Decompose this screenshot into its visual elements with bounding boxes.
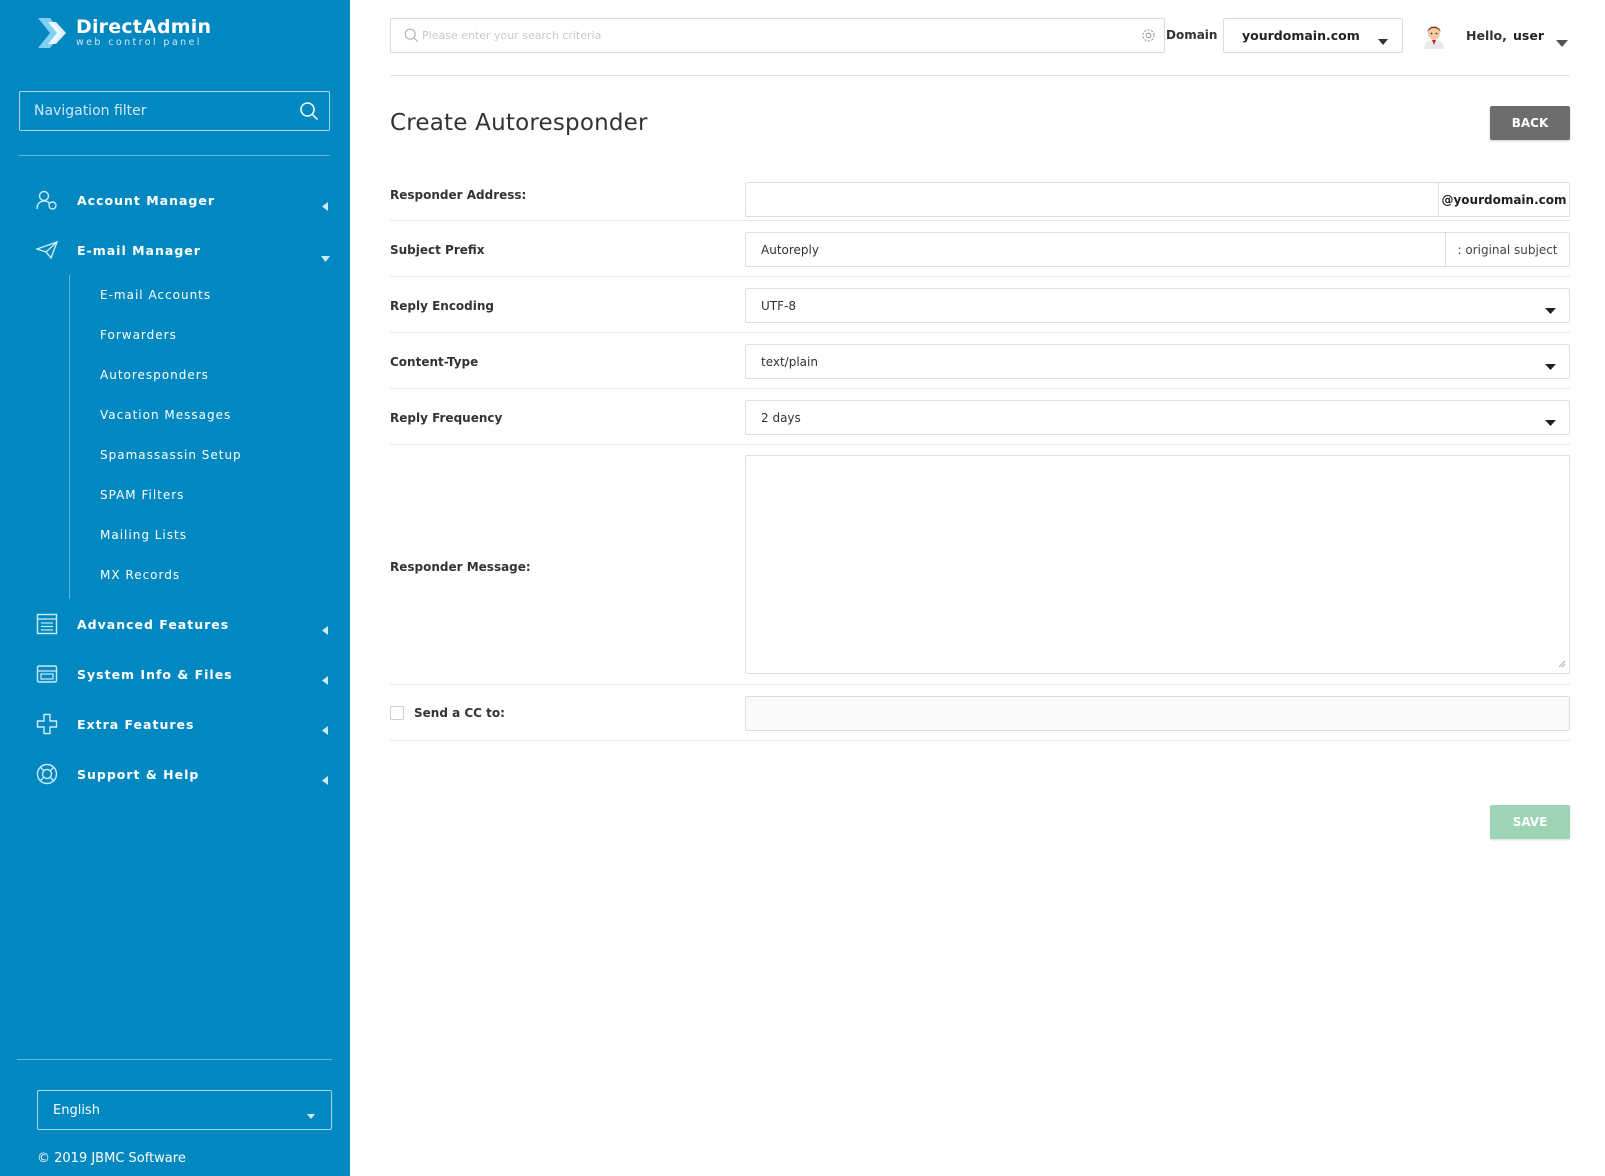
sidebar-subitem-mailing-lists[interactable]: Mailing Lists [70, 515, 350, 555]
caret-down-icon [321, 247, 330, 266]
reply-frequency-select[interactable]: 2 days [745, 400, 1570, 435]
caret-left-icon [322, 770, 328, 789]
caret-left-icon [322, 196, 328, 215]
sidebar-subitem-forwarders[interactable]: Forwarders [70, 315, 350, 355]
lifebuoy-icon [36, 763, 58, 785]
save-button[interactable]: SAVE [1490, 805, 1570, 839]
page-title: Create Autoresponder [390, 110, 648, 136]
reply-encoding-label: Reply Encoding [390, 299, 495, 313]
subject-prefix-label: Subject Prefix [390, 243, 485, 257]
form-row-responder-address: Responder Address: @yourdomain.com [390, 176, 1570, 221]
navigation-filter-input[interactable] [34, 103, 284, 119]
subject-prefix-field: : original subject [745, 232, 1570, 267]
sidebar-item-email-manager[interactable]: E-mail Manager [0, 225, 350, 275]
content-type-label: Content-Type [390, 355, 479, 369]
resize-grip-icon[interactable] [1558, 653, 1566, 672]
sidebar-item-label: Account Manager [77, 192, 216, 208]
sidebar-item-support-help[interactable]: Support & Help [0, 749, 350, 799]
sidebar-subitem-email-accounts[interactable]: E-mail Accounts [70, 275, 350, 315]
copyright: © 2019 JBMC Software [37, 1151, 186, 1166]
sidebar-item-label: Extra Features [77, 716, 195, 732]
avatar[interactable] [1422, 23, 1446, 49]
language-select[interactable]: English [37, 1090, 332, 1130]
autoresponder-form: Responder Address: @yourdomain.com Subje… [390, 176, 1570, 741]
search-icon [404, 28, 419, 47]
content-type-select[interactable]: text/plain [745, 344, 1570, 379]
caret-left-icon [322, 720, 328, 739]
responder-address-field: @yourdomain.com [745, 182, 1570, 217]
caret-down-icon [1545, 359, 1556, 373]
sidebar-nav: Account Manager E-mail Manager E-mail Ac… [0, 175, 350, 799]
navigation-filter [19, 91, 330, 131]
plus-icon [36, 713, 58, 735]
system-info-icon [36, 663, 58, 685]
user-menu-caret-icon[interactable] [1556, 32, 1568, 51]
username[interactable]: user [1513, 28, 1544, 43]
topbar-divider [390, 75, 1570, 76]
domain-value: yourdomain.com [1242, 28, 1360, 43]
reply-encoding-select[interactable]: UTF-8 [745, 288, 1570, 323]
form-row-reply-frequency: Reply Frequency 2 days [390, 389, 1570, 445]
reply-encoding-value: UTF-8 [761, 298, 796, 313]
form-row-content-type: Content-Type text/plain [390, 333, 1570, 389]
sidebar-subitem-vacation-messages[interactable]: Vacation Messages [70, 395, 350, 435]
reply-frequency-value: 2 days [761, 410, 801, 425]
search-icon[interactable] [299, 101, 319, 125]
reply-frequency-label: Reply Frequency [390, 411, 503, 425]
caret-down-icon [1378, 33, 1388, 48]
send-cc-checkbox[interactable] [390, 706, 404, 720]
greeting: Hello, [1466, 28, 1507, 43]
sidebar-item-label: E-mail Manager [77, 242, 201, 258]
responder-message-textarea[interactable] [745, 455, 1570, 674]
sidebar-item-label: Support & Help [77, 766, 200, 782]
caret-down-icon [1545, 415, 1556, 429]
form-row-responder-message: Responder Message: [390, 445, 1570, 685]
language-value: English [53, 1102, 100, 1118]
form-row-send-cc: Send a CC to: [390, 685, 1570, 741]
form-row-reply-encoding: Reply Encoding UTF-8 [390, 277, 1570, 333]
global-search [390, 18, 1165, 53]
subject-prefix-suffix: : original subject [1445, 233, 1569, 266]
responder-address-label: Responder Address: [390, 188, 527, 202]
logo[interactable]: DirectAdmin web control panel [38, 16, 211, 50]
account-manager-icon [36, 189, 58, 211]
sidebar-subitem-mx-records[interactable]: MX Records [70, 555, 350, 595]
send-cc-label: Send a CC to: [414, 706, 505, 720]
gear-icon[interactable] [1141, 28, 1156, 47]
logo-subtitle: web control panel [76, 37, 202, 48]
send-cc-field [745, 696, 1570, 731]
sidebar-footer-divider [17, 1059, 332, 1060]
search-input[interactable] [422, 29, 1122, 42]
sidebar-subitem-spamassassin-setup[interactable]: Spamassassin Setup [70, 435, 350, 475]
sidebar-item-system-info[interactable]: System Info & Files [0, 649, 350, 699]
sidebar-subitem-autoresponders[interactable]: Autoresponders [70, 355, 350, 395]
paper-plane-icon [36, 239, 58, 261]
content-type-value: text/plain [761, 354, 818, 369]
send-cc-input[interactable] [746, 697, 1569, 730]
sidebar-item-label: System Info & Files [77, 666, 233, 682]
sidebar-divider [19, 155, 330, 156]
sidebar-item-label: Advanced Features [77, 616, 230, 632]
sidebar-item-account-manager[interactable]: Account Manager [0, 175, 350, 225]
logo-title: DirectAdmin [76, 16, 212, 38]
sidebar-item-extra-features[interactable]: Extra Features [0, 699, 350, 749]
advanced-features-icon [36, 613, 58, 635]
domain-label: Domain [1166, 28, 1218, 42]
caret-down-icon [307, 1108, 315, 1123]
caret-left-icon [322, 670, 328, 689]
sidebar-subitem-spam-filters[interactable]: SPAM Filters [70, 475, 350, 515]
form-row-subject-prefix: Subject Prefix : original subject [390, 221, 1570, 277]
caret-left-icon [322, 620, 328, 639]
sidebar-item-advanced-features[interactable]: Advanced Features [0, 599, 350, 649]
sidebar: DirectAdmin web control panel Account Ma… [0, 0, 350, 1176]
directadmin-logo-icon [38, 16, 68, 50]
email-manager-submenu: E-mail Accounts Forwarders Autoresponder… [69, 275, 350, 599]
responder-message-label: Responder Message: [390, 560, 531, 574]
caret-down-icon [1545, 303, 1556, 317]
back-button[interactable]: BACK [1490, 106, 1570, 140]
topbar: Domain yourdomain.com Hello, user [390, 18, 1570, 54]
domain-select[interactable]: yourdomain.com [1223, 18, 1403, 53]
responder-address-domain-suffix: @yourdomain.com [1438, 183, 1569, 216]
